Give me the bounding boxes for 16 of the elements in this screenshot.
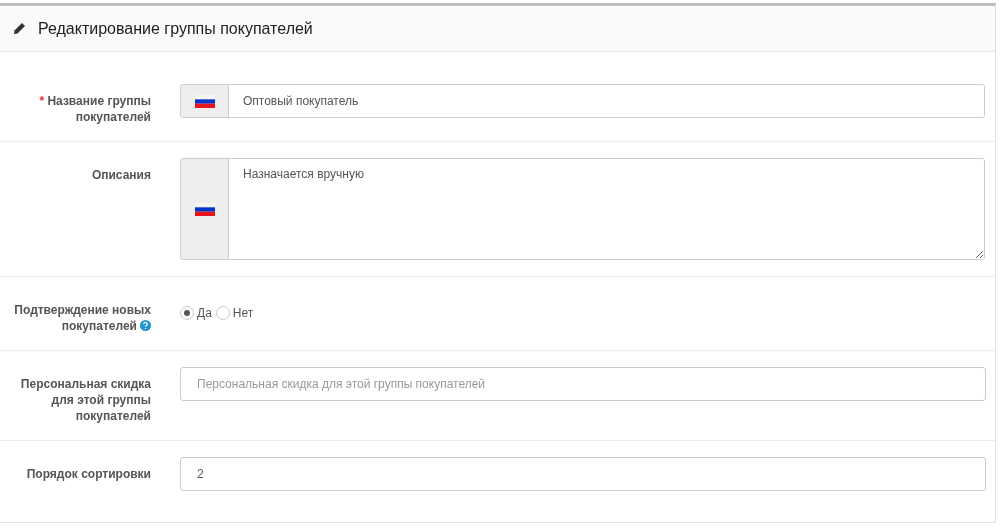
field-label: Персональная скидка для этой группы покупателей [19, 376, 151, 424]
russian-flag-icon [194, 202, 215, 216]
field-label: Подтверждение новых покупателей [13, 302, 151, 334]
field-label: Описания [90, 167, 151, 184]
radio-option[interactable]: Нет [215, 306, 254, 320]
text-input[interactable]: Персональная скидка для этой группы покупателей [180, 367, 986, 401]
panel-title: Редактирование группы покупателей [38, 19, 313, 38]
field-label: Порядок сортировки [25, 466, 151, 483]
pencil-icon [13, 22, 26, 35]
field-label: * Название группы покупателей [38, 93, 151, 125]
russian-flag-icon [194, 94, 215, 108]
description-textarea[interactable]: Назначается вручную [180, 158, 985, 260]
name-input-group[interactable]: Оптовый покупатель [180, 84, 985, 118]
radio-option[interactable]: Да [180, 306, 212, 320]
text-input[interactable]: 2 [180, 457, 986, 491]
help-icon[interactable] [140, 320, 151, 331]
